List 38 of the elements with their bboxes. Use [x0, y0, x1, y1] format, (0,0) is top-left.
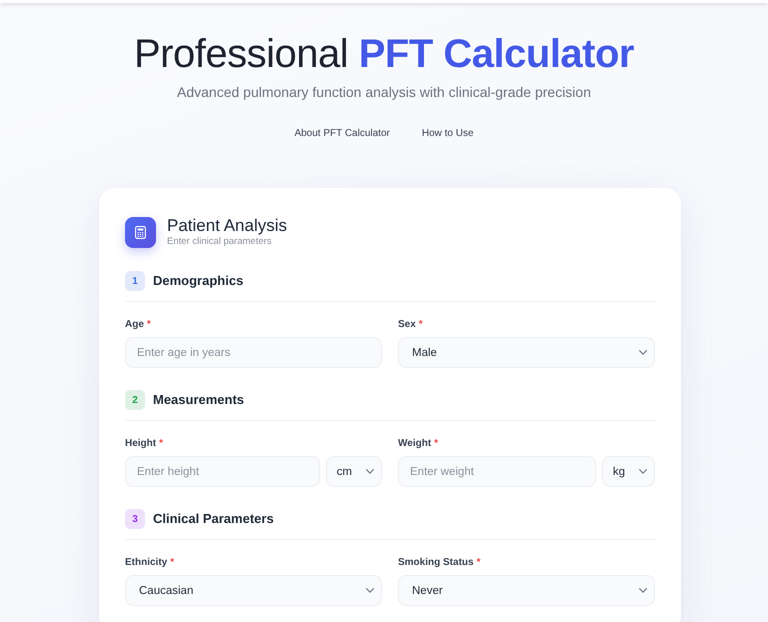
chevron-down-icon: [639, 588, 647, 593]
required-asterisk: *: [476, 557, 480, 569]
required-asterisk: *: [434, 438, 438, 450]
field-label: Sex: [398, 319, 416, 331]
card-subtitle: Enter clinical parameters: [167, 236, 273, 248]
required-asterisk: *: [418, 319, 423, 331]
field-label: Smoking Status: [398, 557, 474, 569]
required-asterisk: *: [170, 557, 174, 569]
field-label: Ethnicity: [125, 557, 168, 569]
chevron-down-icon: [366, 469, 374, 474]
calculator-icon: [125, 216, 156, 248]
chevron-down-icon: [639, 469, 647, 474]
nav-link[interactable]: About PFT Calculator: [294, 126, 390, 142]
chevron-down-icon: [366, 588, 374, 593]
field-label: Weight: [398, 438, 432, 450]
dropdown[interactable]: Never: [398, 575, 655, 606]
dropdown[interactable]: Male: [398, 337, 655, 368]
field-label: Height: [125, 438, 156, 450]
page-title: Professional PFT Calculator: [134, 31, 634, 78]
dropdown[interactable]: Caucasian: [125, 575, 382, 606]
unit-dropdown[interactable]: cm: [326, 456, 382, 487]
unit-dropdown[interactable]: kg: [602, 456, 655, 487]
input-field[interactable]: Enter age in years: [125, 337, 382, 368]
chevron-down-icon: [639, 350, 647, 355]
input-field[interactable]: Enter weight: [398, 456, 596, 487]
section-title: Demographics: [153, 273, 244, 289]
step-badge: 3: [125, 509, 145, 529]
input-field[interactable]: Enter height: [125, 456, 320, 487]
card-title: Patient Analysis: [167, 216, 288, 236]
nav-link[interactable]: How to Use: [422, 126, 474, 142]
step-badge: 1: [125, 271, 145, 291]
section-title: Clinical Parameters: [153, 511, 274, 527]
section-title: Measurements: [153, 392, 244, 408]
required-asterisk: *: [146, 319, 151, 331]
field-label: Age: [125, 319, 144, 331]
page-subtitle: Advanced pulmonary function analysis with clinical-grade precision: [177, 83, 591, 102]
required-asterisk: *: [159, 438, 164, 450]
step-badge: 2: [125, 390, 145, 410]
